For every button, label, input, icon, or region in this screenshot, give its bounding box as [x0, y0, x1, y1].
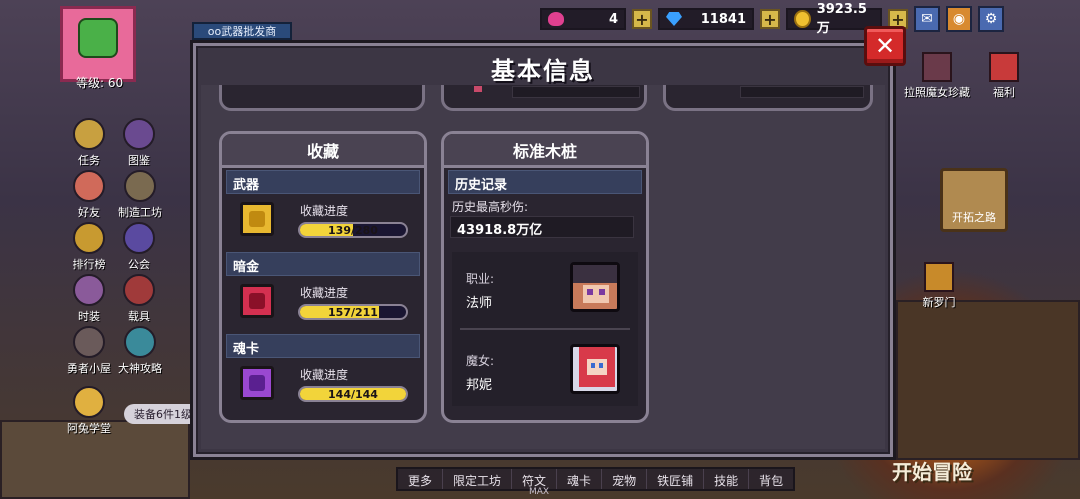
add-gems-button[interactable]: + — [760, 9, 780, 29]
class-value: 法师 — [466, 296, 493, 311]
soul-cards-progress-label: 收藏进度 — [300, 368, 349, 382]
weapon-book-icon — [240, 202, 274, 236]
hearts-counter: 4 — [540, 8, 626, 30]
rabbit-icon — [73, 386, 105, 418]
portal-icon — [924, 262, 954, 292]
mail-icon[interactable]: ✉ — [914, 6, 940, 32]
menu-friends[interactable]: 好友 — [66, 170, 112, 220]
treasure-icon — [922, 52, 952, 82]
class-label: 职业: — [466, 272, 495, 286]
menu-academy[interactable]: 阿兔学堂 — [62, 386, 116, 436]
nav-pets[interactable]: 宠物 — [602, 469, 648, 489]
witch-label: 魔女: — [466, 354, 495, 368]
menu-witch-treasure[interactable]: 拉照魔女珍藏 — [896, 52, 978, 100]
guild-icon — [123, 222, 155, 254]
weapons-progress-label: 收藏进度 — [300, 204, 349, 218]
max-dps-label: 历史最高秒伤: — [452, 200, 529, 214]
witch-portrait — [570, 344, 620, 394]
stub-icon — [474, 86, 482, 92]
training-dummy-card: 标准木桩 历史记录 历史最高秒伤: 43918.8万亿 职业: 法师 魔女: 邦… — [441, 131, 649, 423]
menu-task[interactable]: 任务 — [66, 118, 112, 168]
section-soul-cards: 魂卡 — [226, 334, 420, 358]
vehicle-icon — [123, 274, 155, 306]
trophy-icon — [73, 222, 105, 254]
fashion-icon — [73, 274, 105, 306]
dummy-title: 标准木桩 — [444, 134, 646, 168]
nav-runes[interactable]: 符文 — [512, 469, 558, 489]
nav-limited-workshop[interactable]: 限定工坊 — [443, 469, 513, 489]
menu-welfare[interactable]: 福利 — [984, 52, 1024, 100]
task-icon — [73, 118, 105, 150]
question-icon — [124, 326, 156, 358]
hearts-value: 4 — [608, 11, 618, 27]
close-button[interactable]: ✕ — [864, 26, 906, 66]
basic-info-modal: 基本信息 收藏 武器 收藏进度 139/280 暗金 收藏进度 157/211 … — [190, 40, 896, 460]
announcement-icon[interactable]: ◉ — [946, 6, 972, 32]
add-hearts-button[interactable]: + — [632, 9, 652, 29]
guild-banner[interactable]: oo武器批发商 — [192, 22, 292, 40]
card-stub — [441, 85, 647, 111]
witch-value: 邦妮 — [466, 378, 493, 393]
player-level: 等级: 60 — [76, 76, 124, 90]
hero-info-box: 职业: 法师 魔女: 邦妮 — [452, 252, 638, 406]
nav-more[interactable]: 更多 — [398, 469, 444, 489]
hero-divider — [460, 328, 630, 330]
modal-content[interactable]: 收藏 武器 收藏进度 139/280 暗金 收藏进度 157/211 魂卡 收藏… — [201, 85, 885, 449]
resource-bar: 4 + 11841 + 3923.5万 + ✉ ◉ ⚙ — [540, 2, 1004, 36]
anvil-icon — [124, 170, 156, 202]
card-stub — [219, 85, 425, 111]
max-dps-value: 43918.8万亿 — [450, 216, 634, 238]
card-stub — [663, 85, 873, 111]
codex-icon — [123, 118, 155, 150]
dark-gold-book-icon — [240, 284, 274, 318]
stub-field — [512, 86, 640, 98]
menu-hero-house[interactable]: 勇者小屋 — [62, 326, 116, 376]
menu-guild[interactable]: 公会 — [116, 222, 162, 272]
weapons-progress-bar: 139/280 — [298, 222, 408, 238]
menu-codex[interactable]: 图鉴 — [116, 118, 162, 168]
dark-gold-progress-label: 收藏进度 — [300, 286, 349, 300]
soul-card-book-icon — [240, 366, 274, 400]
menu-guides[interactable]: 大神攻略 — [114, 326, 166, 376]
weapons-progress-text: 139/280 — [328, 223, 378, 237]
section-dark-gold: 暗金 — [226, 252, 420, 276]
bottom-nav: 更多 限定工坊 符文 魂卡 宠物 铁匠铺 技能 背包 — [396, 467, 796, 491]
section-weapons: 武器 — [226, 170, 420, 194]
wizard-portrait — [570, 262, 620, 312]
gems-counter: 11841 — [658, 8, 754, 30]
start-adventure-button[interactable]: 开始冒险 — [892, 456, 972, 485]
close-icon: ✕ — [874, 32, 896, 60]
soul-cards-progress-text: 144/144 — [328, 387, 378, 401]
menu-workshop[interactable]: 制造工坊 — [112, 170, 168, 220]
settings-icon[interactable]: ⚙ — [978, 6, 1004, 32]
floor-tile — [896, 300, 1080, 460]
menu-leaderboard[interactable]: 排行榜 — [66, 222, 112, 272]
collection-title: 收藏 — [222, 134, 424, 168]
open-road-button[interactable]: 开拓之路 — [940, 168, 1008, 232]
dark-gold-progress-bar: 157/211 — [298, 304, 408, 320]
new-portal-button[interactable]: 新罗门 — [916, 262, 962, 310]
nav-soul-cards[interactable]: 魂卡 — [557, 469, 603, 489]
heart-icon — [548, 12, 564, 26]
history-record-head: 历史记录 — [448, 170, 642, 194]
dark-gold-progress-text: 157/211 — [328, 305, 378, 319]
stub-field — [740, 86, 864, 98]
max-label: MAX — [529, 487, 550, 497]
modal-title: 基本信息 — [491, 57, 595, 85]
nav-skills[interactable]: 技能 — [704, 469, 750, 489]
gem-icon — [666, 12, 682, 26]
friends-icon — [73, 170, 105, 202]
menu-vehicle[interactable]: 载具 — [116, 274, 162, 324]
menu-fashion[interactable]: 时装 — [66, 274, 112, 324]
coin-icon — [794, 10, 811, 28]
nav-bag[interactable]: 背包 — [749, 469, 793, 489]
gems-value: 11841 — [700, 11, 746, 27]
collection-card: 收藏 武器 收藏进度 139/280 暗金 收藏进度 157/211 魂卡 收藏… — [219, 131, 427, 423]
nav-blacksmith[interactable]: 铁匠铺 — [647, 469, 705, 489]
gift-icon — [989, 52, 1019, 82]
house-icon — [73, 326, 105, 358]
soul-cards-progress-bar: 144/144 — [298, 386, 408, 402]
player-avatar — [78, 18, 118, 58]
